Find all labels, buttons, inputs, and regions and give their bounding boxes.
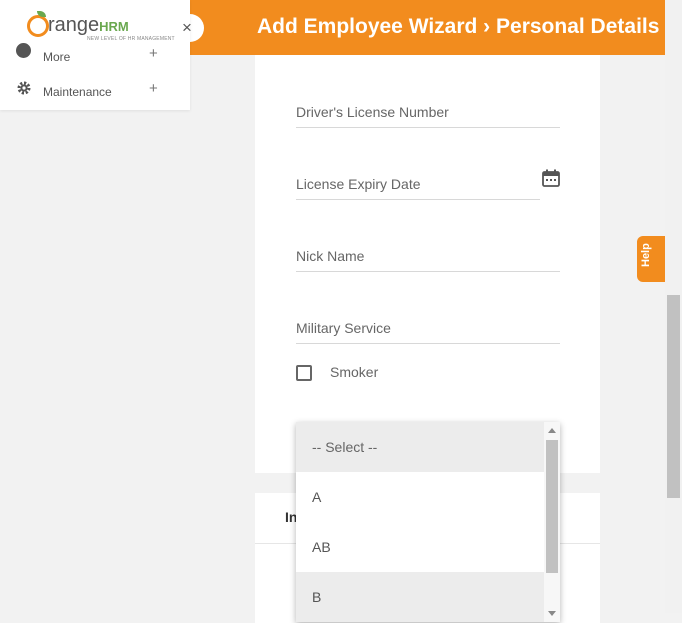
- nick-name-placeholder: Nick Name: [296, 248, 365, 264]
- more-icon: [16, 43, 31, 58]
- page-title: Add Employee Wizard › Personal Details: [257, 15, 660, 38]
- dropdown-option-label: -- Select --: [312, 439, 378, 455]
- logo-brand-main: range: [48, 14, 100, 36]
- license-expiry-field[interactable]: License Expiry Date: [296, 170, 540, 200]
- page-scrollbar[interactable]: [665, 0, 682, 613]
- logo-wordmark: rangeHRM: [48, 14, 129, 37]
- military-service-field[interactable]: Military Service: [296, 314, 560, 344]
- sidebar-item-more[interactable]: More +: [16, 43, 166, 67]
- gear-icon: [17, 81, 31, 95]
- nick-name-field[interactable]: Nick Name: [296, 242, 560, 272]
- close-icon[interactable]: ×: [182, 18, 192, 38]
- dropdown-option-label: B: [312, 589, 322, 605]
- military-service-placeholder: Military Service: [296, 320, 391, 336]
- blood-group-dropdown-list[interactable]: -- Select -- A AB B: [296, 422, 560, 622]
- scroll-down-arrow-icon[interactable]: [548, 611, 556, 616]
- dropdown-option[interactable]: -- Select --: [296, 422, 544, 472]
- expand-plus-icon[interactable]: +: [149, 80, 158, 97]
- dropdown-scrollbar[interactable]: [544, 422, 560, 622]
- calendar-icon[interactable]: [541, 168, 561, 188]
- dropdown-scroll-thumb[interactable]: [546, 440, 558, 573]
- sidebar-item-maintenance[interactable]: Maintenance +: [16, 80, 166, 102]
- dropdown-option-label: AB: [312, 539, 331, 555]
- logo-tagline: NEW LEVEL OF HR MANAGEMENT: [87, 36, 175, 42]
- license-number-field[interactable]: Driver's License Number: [296, 98, 560, 128]
- sidebar-item-label: More: [43, 50, 71, 64]
- sidebar-menu: rangeHRM NEW LEVEL OF HR MANAGEMENT More…: [0, 0, 190, 110]
- sidebar-item-label: Maintenance: [43, 85, 112, 99]
- help-label: Help: [640, 243, 652, 267]
- smoker-checkbox[interactable]: [296, 365, 312, 381]
- dropdown-option[interactable]: B: [296, 572, 544, 622]
- dropdown-option-label: A: [312, 489, 322, 505]
- help-tab[interactable]: Help: [637, 236, 665, 282]
- dropdown-option[interactable]: AB: [296, 522, 544, 572]
- license-expiry-placeholder: License Expiry Date: [296, 176, 421, 192]
- orange-logo-icon: [27, 15, 49, 37]
- smoker-label: Smoker: [330, 364, 379, 380]
- dropdown-option[interactable]: A: [296, 472, 544, 522]
- logo-brand-suffix: HRM: [99, 19, 129, 34]
- license-number-placeholder: Driver's License Number: [296, 104, 449, 120]
- orangehrm-logo: rangeHRM NEW LEVEL OF HR MANAGEMENT: [27, 11, 175, 44]
- scroll-up-arrow-icon[interactable]: [548, 428, 556, 433]
- expand-plus-icon[interactable]: +: [149, 45, 158, 62]
- page-scroll-thumb[interactable]: [667, 295, 680, 498]
